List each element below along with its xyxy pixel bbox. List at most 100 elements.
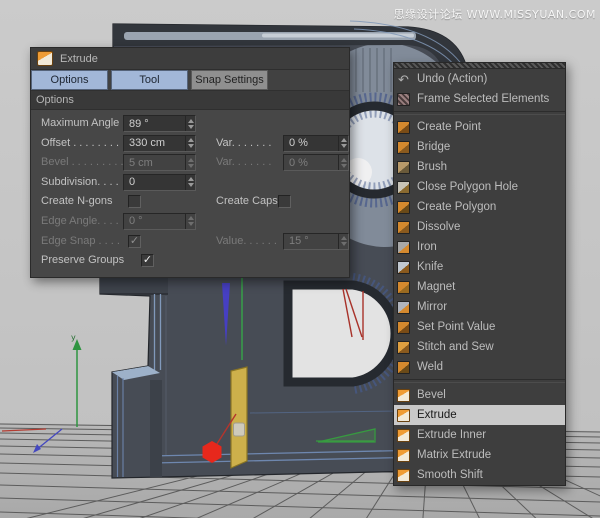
menu-items: ↶Undo (Action)Frame Selected Elements Cre… xyxy=(394,69,565,485)
set-point-value-icon xyxy=(397,321,410,334)
menu-item-set-point-value[interactable]: Set Point Value xyxy=(394,317,565,337)
create-n-gons-checkbox[interactable] xyxy=(128,195,141,208)
subdivision-input[interactable]: 0 xyxy=(123,174,196,191)
var-bevel-input[interactable]: 0 % xyxy=(283,154,349,171)
field-label-value: Value. . . . . . xyxy=(216,235,277,247)
field-label-create-n-gons: Create N-gons xyxy=(41,195,113,207)
polygon-handle[interactable] xyxy=(234,423,245,436)
menu-item-label: Extrude xyxy=(417,409,457,421)
stitch-and-sew-icon xyxy=(397,341,410,354)
bevel-value: 5 cm xyxy=(124,157,185,169)
var-offset-value: 0 % xyxy=(284,137,338,149)
dialog-row-edge-snap: Edge Snap . . . . ✓ Value. . . . . . 15 ° xyxy=(31,232,349,252)
magnet-icon xyxy=(397,281,410,294)
matrix-extrude-icon xyxy=(397,449,410,462)
menu-item-undo-action[interactable]: ↶Undo (Action) xyxy=(394,69,565,89)
menu-item-stitch-and-sew[interactable]: Stitch and Sew xyxy=(394,337,565,357)
menu-separator xyxy=(394,379,565,383)
edge-angle-input[interactable]: 0 ° xyxy=(123,213,196,230)
menu-item-label: Set Point Value xyxy=(417,321,495,333)
menu-item-extrude[interactable]: Extrude xyxy=(394,405,565,425)
value-edge-snap-value: 15 ° xyxy=(284,235,338,247)
preserve-groups-checkbox[interactable]: ✓ xyxy=(141,254,154,267)
field-label-edge-snap: Edge Snap . . . . xyxy=(41,235,120,247)
menu-item-label: Matrix Extrude xyxy=(417,449,491,461)
create-polygon-icon xyxy=(397,201,410,214)
knife-icon xyxy=(397,261,410,274)
menu-item-label: Extrude Inner xyxy=(417,429,486,441)
dialog-title-bar[interactable]: Extrude xyxy=(31,48,349,70)
menu-item-bridge[interactable]: Bridge xyxy=(394,137,565,157)
menu-item-label: Undo (Action) xyxy=(417,73,487,85)
menu-item-label: Create Polygon xyxy=(417,201,496,213)
context-menu: ↶Undo (Action)Frame Selected Elements Cre… xyxy=(393,62,566,486)
bevel-input[interactable]: 5 cm xyxy=(123,154,196,171)
dialog-title: Extrude xyxy=(60,53,98,65)
dialog-row-create-n-gons: Create N-gonsCreate Caps xyxy=(31,192,349,212)
menu-item-label: Brush xyxy=(417,161,447,173)
menu-item-label: Iron xyxy=(417,241,437,253)
field-label-maximum-angle: Maximum Angle xyxy=(41,117,119,129)
extrude-icon xyxy=(397,409,410,422)
menu-item-close-polygon-hole[interactable]: Close Polygon Hole xyxy=(394,177,565,197)
maximum-angle-value: 89 ° xyxy=(124,118,185,130)
menu-item-bevel[interactable]: Bevel xyxy=(394,385,565,405)
create-caps-create-n-gons-checkbox[interactable] xyxy=(278,195,291,208)
menu-item-create-point[interactable]: Create Point xyxy=(394,117,565,137)
var-offset-input[interactable]: 0 % xyxy=(283,135,349,152)
dialog-row-maximum-angle: Maximum Angle 89 ° xyxy=(31,114,349,134)
var-bevel-spinner[interactable] xyxy=(338,155,348,170)
edge-angle-spinner[interactable] xyxy=(185,214,195,229)
tab-options[interactable]: Options xyxy=(31,70,108,90)
options-section-header: Options xyxy=(31,91,349,110)
menu-item-frame-selected-elements[interactable]: Frame Selected Elements xyxy=(394,89,565,109)
menu-item-extrude-inner[interactable]: Extrude Inner xyxy=(394,425,565,445)
field-label-preserve-groups: Preserve Groups xyxy=(41,254,124,266)
bevel-icon xyxy=(397,389,410,402)
field-label-edge-angle: Edge Angle. . . . xyxy=(41,215,119,227)
menu-item-label: Bridge xyxy=(417,141,450,153)
var-offset-spinner[interactable] xyxy=(338,136,348,151)
offset-spinner[interactable] xyxy=(185,136,195,151)
extrude-inner-icon xyxy=(397,429,410,442)
field-label-offset: Offset . . . . . . . . xyxy=(41,137,119,149)
subdivision-value: 0 xyxy=(124,176,185,188)
menu-item-magnet[interactable]: Magnet xyxy=(394,277,565,297)
menu-item-dissolve[interactable]: Dissolve xyxy=(394,217,565,237)
maximum-angle-input[interactable]: 89 ° xyxy=(123,115,196,132)
menu-item-mirror[interactable]: Mirror xyxy=(394,297,565,317)
menu-item-weld[interactable]: Weld xyxy=(394,357,565,377)
menu-item-smooth-shift[interactable]: Smooth Shift xyxy=(394,465,565,485)
brush-icon xyxy=(397,161,410,174)
maximum-angle-spinner[interactable] xyxy=(185,116,195,131)
menu-separator xyxy=(394,111,565,115)
menu-item-label: Knife xyxy=(417,261,443,273)
tab-snap-settings[interactable]: Snap Settings xyxy=(191,70,268,90)
menu-item-label: Weld xyxy=(417,361,443,373)
value-edge-snap-input[interactable]: 15 ° xyxy=(283,233,349,250)
menu-item-knife[interactable]: Knife xyxy=(394,257,565,277)
frame-selected-icon xyxy=(397,93,410,106)
mirror-icon xyxy=(397,301,410,314)
value-edge-snap-spinner[interactable] xyxy=(338,234,348,249)
edge-snap-checkbox[interactable]: ✓ xyxy=(128,235,141,248)
watermark: 思缘设计论坛 WWW.MISSYUAN.COM xyxy=(394,6,596,22)
dialog-row-edge-angle: Edge Angle. . . . 0 ° xyxy=(31,212,349,232)
menu-item-create-polygon[interactable]: Create Polygon xyxy=(394,197,565,217)
menu-item-label: Bevel xyxy=(417,389,446,401)
bridge-icon xyxy=(397,141,410,154)
menu-item-brush[interactable]: Brush xyxy=(394,157,565,177)
menu-item-iron[interactable]: Iron xyxy=(394,237,565,257)
subdivision-spinner[interactable] xyxy=(185,175,195,190)
bevel-spinner[interactable] xyxy=(185,155,195,170)
dialog-tabs: OptionsToolSnap Settings xyxy=(31,70,349,91)
menu-item-label: Mirror xyxy=(417,301,447,313)
close-polygon-hole-icon xyxy=(397,181,410,194)
extrude-tool-icon xyxy=(37,51,53,66)
offset-input[interactable]: 330 cm xyxy=(123,135,196,152)
dialog-row-preserve-groups: Preserve Groups ✓ xyxy=(31,251,349,271)
create-point-icon xyxy=(397,121,410,134)
tab-tool[interactable]: Tool xyxy=(111,70,188,90)
menu-item-matrix-extrude[interactable]: Matrix Extrude xyxy=(394,445,565,465)
axis-y-label: y xyxy=(71,333,76,342)
